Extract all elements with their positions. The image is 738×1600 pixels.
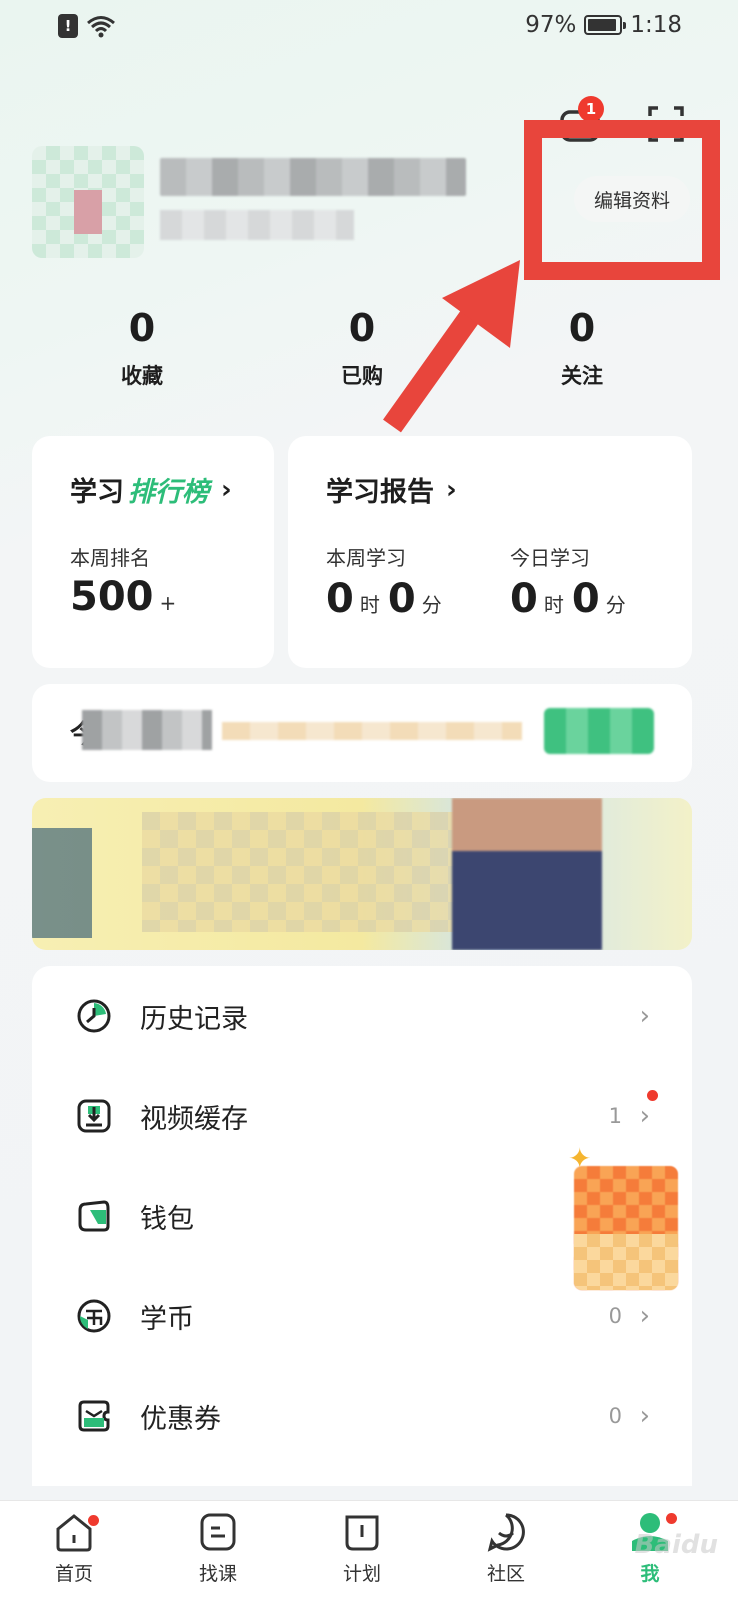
menu-label: 学币 — [140, 1303, 194, 1335]
hour-unit: 时 — [359, 593, 380, 617]
clock-time: 1:18 — [630, 12, 682, 38]
stat-value: 0 — [128, 306, 156, 350]
notification-dot — [88, 1515, 99, 1526]
tab-plan[interactable]: 计划 — [312, 1511, 412, 1586]
stat-label: 关注 — [561, 364, 603, 388]
chevron-right-icon: › — [446, 474, 457, 505]
menu-label: 视频缓存 — [140, 1103, 248, 1135]
today-study-value: 0时 0分 — [510, 576, 634, 622]
menu-label: 优惠券 — [140, 1403, 221, 1435]
today-hours: 0 — [510, 576, 538, 622]
wallet-icon — [78, 1200, 110, 1232]
week-study-label: 本周学习 — [326, 546, 406, 570]
stat-purchased[interactable]: 0 已购 — [292, 306, 432, 390]
tab-label: 找课 — [198, 1563, 237, 1585]
message-badge: 1 — [578, 96, 604, 122]
stat-following[interactable]: 0 关注 — [512, 306, 652, 390]
ranking-title-part: 学习 — [70, 477, 124, 508]
chevron-right-icon: › — [639, 1401, 650, 1431]
red-packet-bottom — [574, 1234, 678, 1290]
coupon-icon — [78, 1400, 110, 1432]
chevron-right-icon: › — [639, 1301, 650, 1331]
study-report-card[interactable]: 学习报告 › 本周学习 今日学习 0时 0分 0时 0分 — [288, 436, 692, 668]
menu-item-history[interactable]: 历史记录 › — [32, 966, 692, 1066]
menu-count: 1 — [608, 1104, 622, 1128]
bottom-tab-bar: 首页 找课 计划 社区 我 — [0, 1500, 738, 1600]
menu-count: 0 — [608, 1404, 622, 1428]
banner-text-blurred — [142, 812, 472, 932]
week-hours: 0 — [326, 576, 354, 622]
chevron-right-icon: › — [221, 474, 232, 505]
tab-community[interactable]: 社区 — [456, 1511, 556, 1586]
menu-label: 历史记录 — [140, 1003, 248, 1035]
ranking-title-highlight: 排行榜 — [128, 477, 209, 508]
chevron-right-icon: › — [639, 1001, 650, 1031]
menu-count: 0 — [608, 1304, 622, 1328]
username-blurred — [160, 158, 466, 196]
community-icon — [487, 1513, 525, 1552]
plan-icon — [345, 1515, 379, 1551]
rank-number: 500 — [70, 574, 154, 620]
status-icons-left: ! — [58, 14, 116, 38]
stat-value: 0 — [568, 306, 596, 350]
wifi-icon — [87, 16, 115, 38]
notification-dot — [666, 1513, 677, 1524]
notification-dot — [647, 1090, 658, 1101]
tab-label: 我 — [640, 1563, 660, 1585]
ranking-card-title: 学习 排行榜 › — [70, 470, 232, 509]
ad-banner[interactable] — [32, 798, 692, 950]
promo-strip[interactable]: 今 — [32, 684, 692, 782]
week-rank-label: 本周排名 — [70, 546, 150, 570]
stat-value: 0 — [348, 306, 376, 350]
avatar[interactable] — [32, 146, 144, 258]
watermark: Baidu — [634, 1530, 718, 1560]
alert-icon: ! — [58, 14, 78, 38]
today-minutes: 0 — [571, 576, 600, 622]
minute-unit: 分 — [605, 593, 626, 617]
red-packet-float-button[interactable]: ✦ — [560, 1142, 690, 1292]
tab-label: 计划 — [342, 1563, 381, 1585]
promo-action-blurred[interactable] — [544, 708, 654, 754]
banner-person-image — [452, 798, 602, 950]
download-icon — [77, 1099, 111, 1133]
week-minutes: 0 — [387, 576, 416, 622]
week-study-value: 0时 0分 — [326, 576, 450, 622]
user-subtitle-blurred — [160, 210, 354, 240]
hour-unit: 时 — [543, 593, 564, 617]
status-bar: ! 97% 1:18 — [0, 0, 738, 60]
status-icons-right: 97% 1:18 — [525, 12, 682, 38]
coin-icon — [77, 1299, 111, 1333]
menu-label: 钱包 — [140, 1203, 194, 1235]
ranking-card[interactable]: 学习 排行榜 › 本周排名 500 + — [32, 436, 274, 668]
find-course-icon — [200, 1513, 236, 1551]
tab-label: 首页 — [54, 1563, 93, 1585]
menu-item-coupons[interactable]: 优惠券 0 › — [32, 1366, 692, 1466]
week-rank-value: 500 + — [70, 574, 184, 620]
report-title: 学习报告 — [326, 477, 434, 508]
tab-find-course[interactable]: 找课 — [168, 1511, 268, 1586]
tab-label: 社区 — [486, 1563, 525, 1585]
rank-suffix: + — [159, 591, 177, 615]
annotation-highlight-box — [524, 120, 720, 280]
battery-percent: 97% — [525, 12, 577, 38]
stat-label: 收藏 — [121, 364, 163, 388]
promo-subtext-blurred — [222, 722, 522, 740]
report-card-title: 学习报告 › — [326, 470, 457, 509]
clock-icon — [77, 999, 111, 1033]
battery-icon — [584, 15, 627, 35]
stat-favorites[interactable]: 0 收藏 — [72, 306, 212, 390]
today-study-label: 今日学习 — [510, 546, 590, 570]
stat-label: 已购 — [341, 364, 383, 388]
banner-decoration — [32, 828, 92, 938]
minute-unit: 分 — [421, 593, 442, 617]
chevron-right-icon: › — [639, 1101, 650, 1131]
tab-home[interactable]: 首页 — [24, 1511, 124, 1586]
promo-text-blurred — [82, 710, 212, 750]
